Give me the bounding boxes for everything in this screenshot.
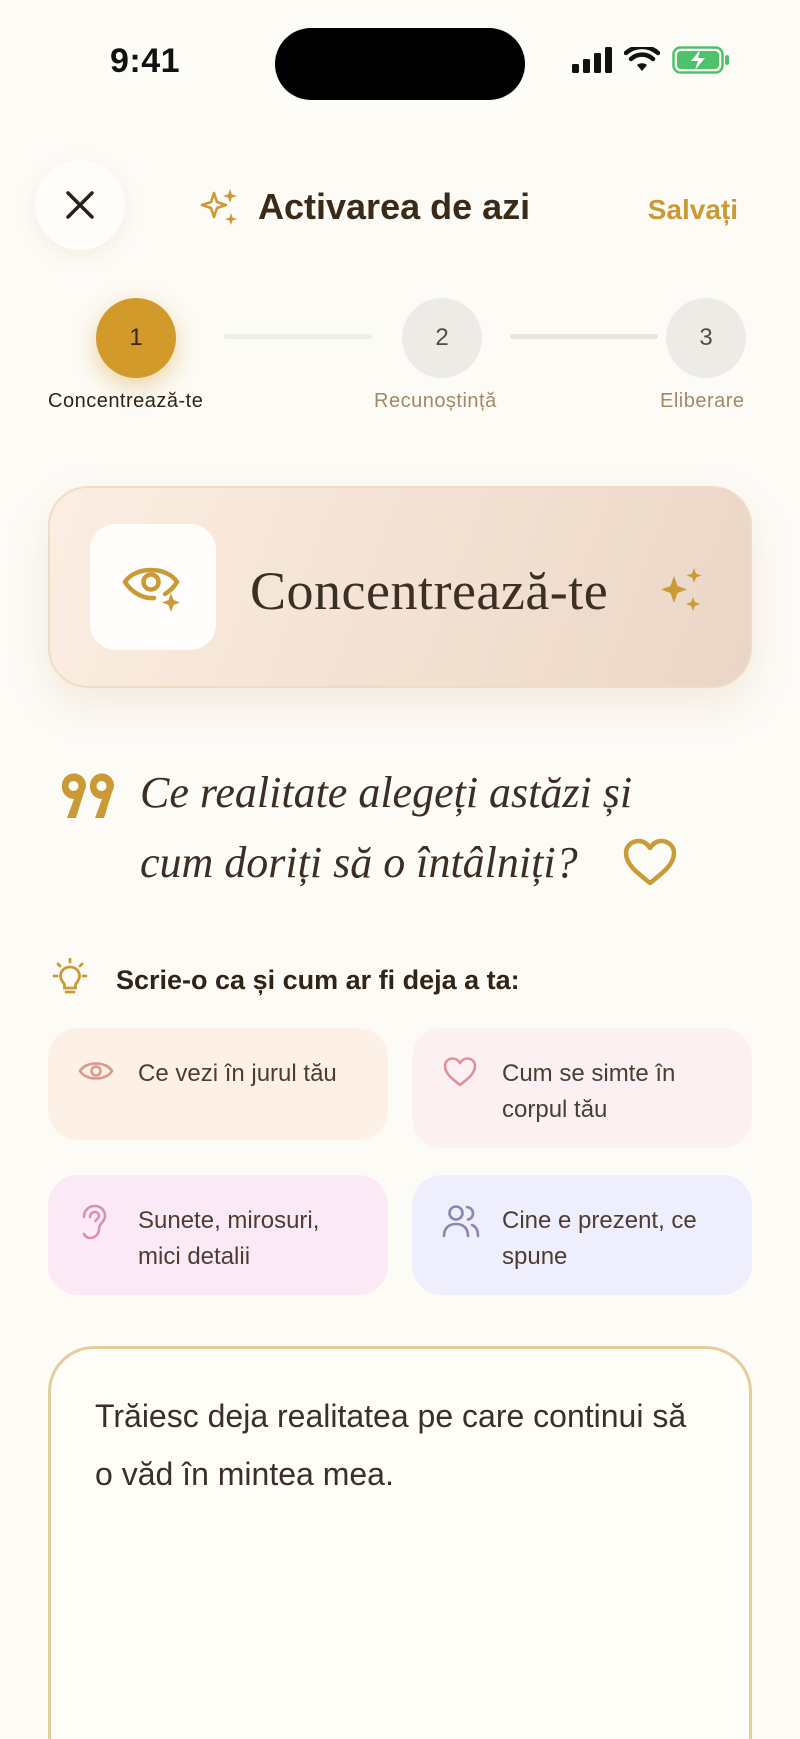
status-time: 9:41 — [110, 42, 181, 80]
prompt-chip-body[interactable]: Cum se simte în corpul tău — [412, 1028, 752, 1148]
eye-sparkle-icon — [122, 567, 180, 612]
step-3-circle[interactable]: 3 — [666, 298, 746, 378]
status-icons — [572, 46, 730, 74]
hint-text: Scrie-o ca și cum ar fi deja a ta: — [116, 965, 520, 995]
quote-icon — [61, 773, 114, 818]
page-title: Activarea de azi — [258, 186, 531, 227]
prompt-chip-label: Sunete, mirosuri, mici detalii — [138, 1207, 320, 1270]
step-2-label: Recunoștință — [374, 390, 497, 412]
step-connector-2 — [510, 334, 658, 339]
prompt-chip-senses[interactable]: Sunete, mirosuri, mici detalii — [48, 1175, 388, 1295]
focus-icon-tile — [90, 524, 216, 650]
prompt-chip-people[interactable]: Cine e prezent, ce spune — [412, 1175, 752, 1295]
focus-card-title: Concentrează-te — [250, 561, 609, 621]
step-1-circle[interactable]: 1 — [96, 298, 176, 378]
step-3-label: Eliberare — [660, 390, 745, 412]
close-icon — [66, 191, 94, 219]
dynamic-island — [275, 28, 525, 100]
step-1-label: Concentrează-te — [48, 390, 204, 412]
save-button[interactable]: Salvați — [648, 194, 738, 226]
journal-textarea[interactable]: Trăiesc deja realitatea pe care continui… — [48, 1346, 752, 1739]
status-bar: 9:41 — [0, 0, 800, 130]
header-title-group: Activarea de azi — [200, 186, 530, 228]
sparkles-icon — [200, 189, 237, 225]
battery-charging-icon — [672, 46, 729, 74]
cellular-signal-icon — [572, 47, 612, 73]
ear-icon — [82, 1204, 107, 1240]
wifi-icon — [624, 47, 660, 71]
users-icon — [442, 1205, 480, 1238]
prompt-chip-surroundings[interactable]: Ce vezi în jurul tău — [48, 1028, 388, 1140]
step-connector-1 — [224, 334, 372, 339]
heart-icon[interactable] — [622, 838, 678, 888]
sparkles-icon — [661, 568, 702, 611]
step-2-circle[interactable]: 2 — [402, 298, 482, 378]
daily-question: Ce realitate alegeți astăzi și cum doriț… — [140, 768, 633, 887]
prompt-chip-label: Cine e prezent, ce spune — [502, 1207, 697, 1270]
prompt-chip-label: Ce vezi în jurul tău — [138, 1060, 337, 1087]
lightbulb-icon — [52, 958, 88, 994]
heart-icon — [443, 1057, 477, 1087]
close-button[interactable] — [35, 160, 125, 250]
focus-card: Concentrează-te — [48, 486, 752, 688]
journal-text[interactable]: Trăiesc deja realitatea pe care continui… — [95, 1387, 705, 1503]
eye-icon — [78, 1062, 114, 1080]
prompt-chip-label: Cum se simte în corpul tău — [502, 1060, 676, 1123]
